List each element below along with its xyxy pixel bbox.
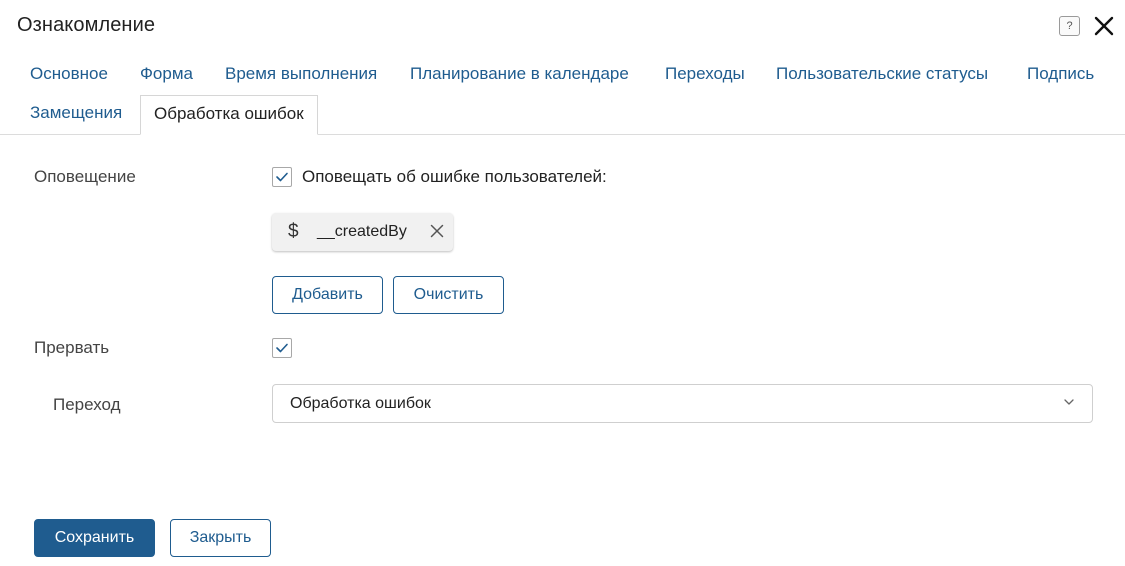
add-button[interactable]: Добавить bbox=[272, 276, 383, 314]
tab-user-statuses[interactable]: Пользовательские статусы bbox=[776, 64, 988, 84]
tab-calendar-planning[interactable]: Планирование в календаре bbox=[410, 64, 629, 84]
notification-label: Оповещение bbox=[34, 167, 136, 186]
close-button[interactable]: Закрыть bbox=[170, 519, 271, 557]
dialog: Ознакомление ? Основное Форма Время выпо… bbox=[0, 0, 1125, 566]
tab-transitions[interactable]: Переходы bbox=[665, 64, 745, 84]
interrupt-checkbox[interactable] bbox=[272, 338, 292, 358]
dialog-title: Ознакомление bbox=[17, 14, 156, 36]
dollar-icon: $ bbox=[288, 221, 299, 242]
checkmark-icon bbox=[276, 172, 288, 182]
notify-users-checkbox[interactable] bbox=[272, 167, 292, 187]
chevron-down-icon bbox=[1064, 399, 1074, 405]
transition-select-value: Обработка ошибок bbox=[290, 395, 431, 412]
help-icon: ? bbox=[1066, 20, 1073, 32]
tab-signature[interactable]: Подпись bbox=[1027, 64, 1094, 84]
transition-select[interactable]: Обработка ошибок bbox=[272, 384, 1093, 423]
tab-error-handling[interactable]: Обработка ошибок bbox=[140, 95, 318, 135]
save-button[interactable]: Сохранить bbox=[34, 519, 155, 557]
close-icon[interactable] bbox=[1093, 14, 1115, 38]
user-chip: $ __createdBy bbox=[272, 213, 453, 251]
tab-substitutions[interactable]: Замещения bbox=[30, 103, 122, 123]
interrupt-label: Прервать bbox=[34, 338, 110, 357]
tab-main[interactable]: Основное bbox=[30, 64, 108, 84]
chip-remove-icon[interactable] bbox=[430, 224, 444, 238]
notify-users-label: Оповещать об ошибке пользователей: bbox=[302, 167, 607, 186]
tab-form[interactable]: Форма bbox=[140, 64, 193, 84]
chip-text: __createdBy bbox=[317, 223, 407, 240]
tab-execution-time[interactable]: Время выполнения bbox=[225, 64, 377, 84]
checkmark-icon bbox=[276, 343, 288, 353]
transition-label: Переход bbox=[53, 395, 121, 414]
help-button[interactable]: ? bbox=[1059, 16, 1080, 36]
clear-button[interactable]: Очистить bbox=[393, 276, 504, 314]
